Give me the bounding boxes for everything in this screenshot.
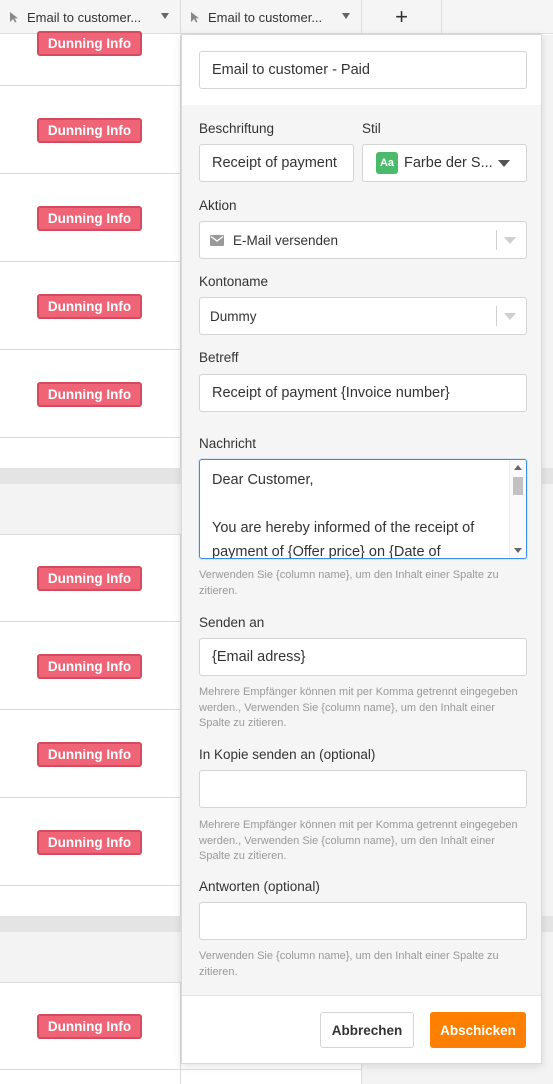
cursor-icon bbox=[191, 12, 199, 23]
style-color-swatch-icon: Aa bbox=[376, 152, 398, 174]
cursor-icon bbox=[10, 12, 18, 23]
submit-button[interactable]: Abschicken bbox=[430, 1012, 526, 1048]
style-value: Farbe der S... bbox=[404, 155, 493, 171]
account-value: Dummy bbox=[210, 308, 257, 324]
dunning-info-button[interactable]: Dunning Info bbox=[37, 1014, 142, 1039]
send-to-label: Senden an bbox=[199, 615, 265, 630]
column-header-1[interactable]: Email to customer... bbox=[0, 0, 181, 34]
scroll-down-icon[interactable] bbox=[514, 548, 522, 553]
cc-help-text: Mehrere Empfänger können mit per Komma g… bbox=[199, 819, 518, 862]
select-divider bbox=[496, 230, 497, 250]
account-label: Kontoname bbox=[199, 274, 269, 289]
column-1-group-2 bbox=[0, 534, 181, 916]
column-header-2[interactable]: Email to customer... bbox=[181, 0, 362, 34]
select-divider bbox=[496, 306, 497, 326]
caption-value: Receipt of payment bbox=[212, 155, 337, 171]
message-label: Nachricht bbox=[199, 436, 257, 451]
message-value: Dear Customer, You are hereby informed o… bbox=[212, 472, 475, 559]
caption-label: Beschriftung bbox=[199, 121, 275, 136]
reply-to-input[interactable] bbox=[199, 902, 527, 940]
chevron-down-icon[interactable] bbox=[161, 13, 169, 19]
cc-input[interactable] bbox=[199, 770, 527, 808]
subject-label: Betreff bbox=[199, 350, 239, 365]
dunning-info-button[interactable]: Dunning Info bbox=[37, 382, 142, 407]
chevron-down-icon bbox=[504, 313, 516, 320]
send-to-help-text: Mehrere Empfänger können mit per Komma g… bbox=[199, 686, 518, 729]
add-column-button[interactable]: + bbox=[362, 0, 442, 34]
dunning-info-button[interactable]: Dunning Info bbox=[37, 206, 142, 231]
account-select[interactable]: Dummy bbox=[199, 297, 527, 335]
dunning-info-button[interactable]: Dunning Info bbox=[37, 742, 142, 767]
message-scrollbar[interactable] bbox=[509, 460, 526, 558]
send-to-value: {Email adress} bbox=[212, 649, 306, 665]
button-name-value: Email to customer - Paid bbox=[212, 62, 370, 78]
reply-label: Antworten (optional) bbox=[199, 879, 320, 894]
action-label: Aktion bbox=[199, 198, 237, 213]
row-divider bbox=[0, 1069, 362, 1070]
dunning-info-button[interactable]: Dunning Info bbox=[37, 566, 142, 591]
caption-input[interactable]: Receipt of payment bbox=[199, 144, 354, 182]
action-value: E-Mail versenden bbox=[233, 232, 339, 248]
cc-label: In Kopie senden an (optional) bbox=[199, 747, 376, 762]
column-header-label: Email to customer... bbox=[208, 9, 323, 25]
button-name-input[interactable]: Email to customer - Paid bbox=[199, 51, 527, 89]
scroll-up-icon[interactable] bbox=[514, 465, 522, 470]
plus-icon: + bbox=[395, 4, 408, 29]
dunning-info-button[interactable]: Dunning Info bbox=[37, 654, 142, 679]
chevron-down-icon bbox=[498, 160, 510, 167]
chevron-down-icon bbox=[504, 237, 516, 244]
button-config-popover: Email to customer - Paid Beschriftung St… bbox=[181, 34, 542, 1064]
subject-input[interactable]: Receipt of payment {Invoice number} bbox=[199, 374, 527, 412]
dunning-info-button[interactable]: Dunning Info bbox=[37, 31, 142, 56]
message-help-text: Verwenden Sie {column name}, um den Inha… bbox=[199, 569, 499, 597]
subject-value: Receipt of payment {Invoice number} bbox=[212, 385, 450, 401]
reply-help-text: Verwenden Sie {column name}, um den Inha… bbox=[199, 950, 499, 978]
mail-icon bbox=[210, 234, 224, 246]
dunning-info-button[interactable]: Dunning Info bbox=[37, 830, 142, 855]
message-textarea[interactable]: Dear Customer, You are hereby informed o… bbox=[199, 459, 527, 559]
action-select[interactable]: E-Mail versenden bbox=[199, 221, 527, 259]
dunning-info-button[interactable]: Dunning Info bbox=[37, 294, 142, 319]
scrollbar-thumb[interactable] bbox=[513, 477, 523, 495]
dunning-info-button[interactable]: Dunning Info bbox=[37, 118, 142, 143]
send-to-input[interactable]: {Email adress} bbox=[199, 638, 527, 676]
chevron-down-icon[interactable] bbox=[342, 13, 350, 19]
style-select[interactable]: Aa Farbe der S... bbox=[362, 144, 527, 182]
popover-footer: Abbrechen Abschicken bbox=[182, 995, 541, 1063]
column-header-label: Email to customer... bbox=[27, 9, 142, 25]
cancel-button[interactable]: Abbrechen bbox=[320, 1012, 414, 1048]
table-header: Email to customer... Email to customer..… bbox=[0, 0, 553, 34]
style-label: Stil bbox=[362, 121, 381, 136]
